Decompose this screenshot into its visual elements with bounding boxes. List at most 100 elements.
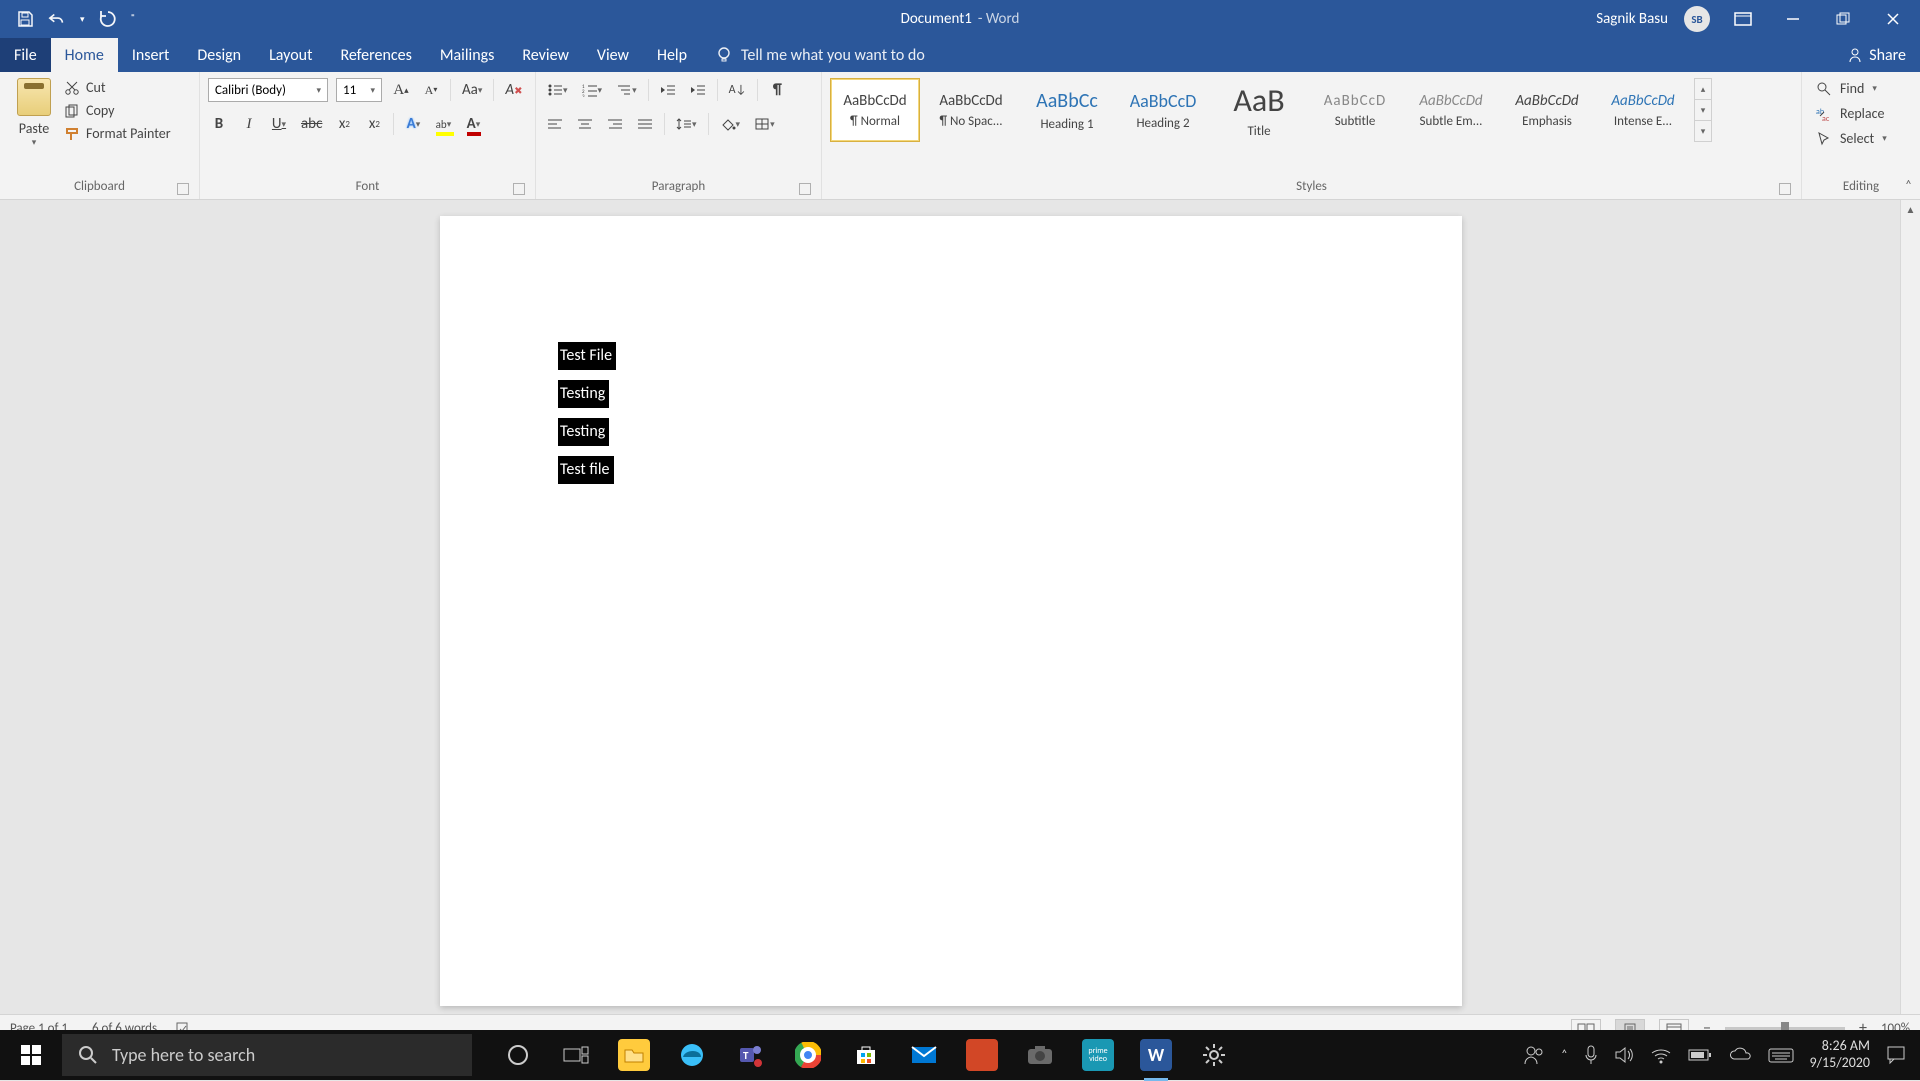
qat-customize-icon[interactable]: ⁼ — [131, 12, 136, 27]
font-dialog-launcher[interactable] — [513, 183, 525, 195]
underline-button[interactable]: U ▾ — [268, 112, 290, 136]
teams-icon[interactable]: T — [734, 1039, 766, 1071]
prime-video-icon[interactable]: primevideo — [1082, 1039, 1114, 1071]
tab-insert[interactable]: Insert — [118, 38, 184, 72]
paste-dropdown-icon[interactable]: ▾ — [32, 137, 37, 148]
selected-text-line[interactable]: Testing — [558, 380, 609, 408]
camera-icon[interactable] — [1024, 1039, 1056, 1071]
undo-dropdown-icon[interactable]: ▾ — [80, 14, 85, 25]
volume-icon[interactable] — [1614, 1046, 1634, 1064]
justify-button[interactable] — [634, 112, 656, 136]
save-icon[interactable] — [16, 10, 34, 28]
highlight-color-button[interactable]: ab ▾ — [432, 112, 454, 136]
collapse-ribbon-button[interactable]: ˄ — [1905, 178, 1912, 193]
style-tile[interactable]: AaBbCcDSubtitle — [1310, 78, 1400, 142]
microphone-icon[interactable] — [1584, 1045, 1598, 1065]
selected-text-line[interactable]: Testing — [558, 418, 609, 446]
taskbar-search[interactable]: Type here to search — [62, 1034, 472, 1076]
cortana-icon[interactable] — [502, 1039, 534, 1071]
start-button[interactable] — [0, 1030, 62, 1080]
copy-button[interactable]: Copy — [60, 101, 175, 120]
settings-icon[interactable] — [1198, 1039, 1230, 1071]
borders-button[interactable]: ▾ — [751, 112, 778, 136]
style-tile[interactable]: AaBbCcDdSubtle Em... — [1406, 78, 1496, 142]
undo-icon[interactable] — [48, 10, 66, 28]
font-size-selector[interactable]: 11▾ — [336, 78, 382, 102]
clear-formatting-button[interactable]: A✖ — [502, 78, 525, 102]
tab-review[interactable]: Review — [508, 38, 583, 72]
store-icon[interactable] — [850, 1039, 882, 1071]
subscript-button[interactable]: x2 — [333, 112, 355, 136]
task-view-icon[interactable] — [560, 1039, 592, 1071]
style-tile[interactable]: AaBbCcDd¶ No Spac... — [926, 78, 1016, 142]
document-page[interactable]: Test File Testing Testing Test file — [440, 216, 1462, 1006]
style-tile[interactable]: AaBbCcHeading 1 — [1022, 78, 1112, 142]
maximize-icon[interactable] — [1826, 5, 1860, 33]
selected-text-line[interactable]: Test File — [558, 342, 616, 370]
numbering-button[interactable]: 123▾ — [579, 78, 606, 102]
wifi-icon[interactable] — [1650, 1046, 1672, 1064]
tab-mailings[interactable]: Mailings — [426, 38, 509, 72]
tab-file[interactable]: File — [0, 38, 51, 72]
style-tile[interactable]: AaBbCcDdEmphasis — [1502, 78, 1592, 142]
shading-button[interactable]: ▾ — [717, 112, 744, 136]
align-right-button[interactable] — [604, 112, 626, 136]
people-icon[interactable] — [1523, 1045, 1545, 1065]
bullets-button[interactable]: ▾ — [544, 78, 571, 102]
tab-layout[interactable]: Layout — [255, 38, 326, 72]
styles-dialog-launcher[interactable] — [1779, 183, 1791, 195]
cut-button[interactable]: Cut — [60, 78, 175, 97]
increase-indent-button[interactable] — [687, 78, 709, 102]
keyboard-icon[interactable] — [1768, 1046, 1794, 1064]
close-icon[interactable] — [1876, 5, 1910, 33]
scroll-up-icon[interactable]: ▲ — [1901, 200, 1920, 218]
text-effects-button[interactable]: A ▾ — [402, 112, 424, 136]
minimize-icon[interactable] — [1776, 5, 1810, 33]
font-name-selector[interactable]: Calibri (Body)▾ — [208, 78, 328, 102]
style-tile[interactable]: AaBbCcDdIntense E... — [1598, 78, 1688, 142]
edge-icon[interactable] — [676, 1039, 708, 1071]
clipboard-dialog-launcher[interactable] — [177, 183, 189, 195]
redo-icon[interactable] — [99, 10, 117, 28]
italic-button[interactable]: I — [238, 112, 260, 136]
tell-me-search[interactable]: Tell me what you want to do — [701, 38, 939, 72]
paste-button[interactable]: Paste ▾ — [8, 76, 60, 148]
tray-clock[interactable]: 8:26 AM 9/15/2020 — [1810, 1038, 1870, 1072]
paragraph-dialog-launcher[interactable] — [799, 183, 811, 195]
mail-icon[interactable] — [908, 1039, 940, 1071]
decrease-indent-button[interactable] — [657, 78, 679, 102]
style-tile[interactable]: AaBTitle — [1214, 78, 1304, 142]
bold-button[interactable]: B — [208, 112, 230, 136]
onedrive-icon[interactable] — [1728, 1047, 1752, 1063]
tab-design[interactable]: Design — [183, 38, 255, 72]
strikethrough-button[interactable]: abc — [298, 112, 325, 136]
word-icon[interactable]: W — [1140, 1039, 1172, 1071]
style-tile[interactable]: AaBbCcDHeading 2 — [1118, 78, 1208, 142]
find-button[interactable]: Find ▾ — [1810, 78, 1893, 99]
ribbon-display-options-icon[interactable] — [1726, 5, 1760, 33]
font-color-button[interactable]: A ▾ — [462, 112, 484, 136]
multilevel-list-button[interactable]: ▾ — [613, 78, 640, 102]
align-center-button[interactable] — [574, 112, 596, 136]
powerpoint-icon[interactable] — [966, 1039, 998, 1071]
notifications-icon[interactable] — [1886, 1045, 1906, 1065]
tab-references[interactable]: References — [326, 38, 425, 72]
replace-button[interactable]: abac Replace — [1810, 103, 1893, 124]
vertical-scrollbar[interactable]: ▲ ▼ — [1900, 200, 1920, 1044]
select-button[interactable]: Select ▾ — [1810, 128, 1893, 149]
change-case-button[interactable]: Aa ▾ — [459, 78, 485, 102]
line-spacing-button[interactable]: ▾ — [673, 112, 700, 136]
selected-text-line[interactable]: Test file — [558, 456, 614, 484]
show-marks-button[interactable]: ¶ — [766, 78, 788, 102]
tab-help[interactable]: Help — [643, 38, 701, 72]
sort-button[interactable]: A↓ — [726, 78, 750, 102]
tray-chevron-icon[interactable]: ˄ — [1561, 1048, 1567, 1062]
file-explorer-icon[interactable] — [618, 1039, 650, 1071]
user-name[interactable]: Sagnik Basu — [1596, 10, 1668, 28]
share-button[interactable]: Share — [1847, 38, 1906, 72]
align-left-button[interactable] — [544, 112, 566, 136]
grow-font-button[interactable]: A▴ — [390, 78, 412, 102]
style-tile[interactable]: AaBbCcDd¶ Normal — [830, 78, 920, 142]
tab-home[interactable]: Home — [51, 38, 118, 72]
chrome-icon[interactable] — [792, 1039, 824, 1071]
